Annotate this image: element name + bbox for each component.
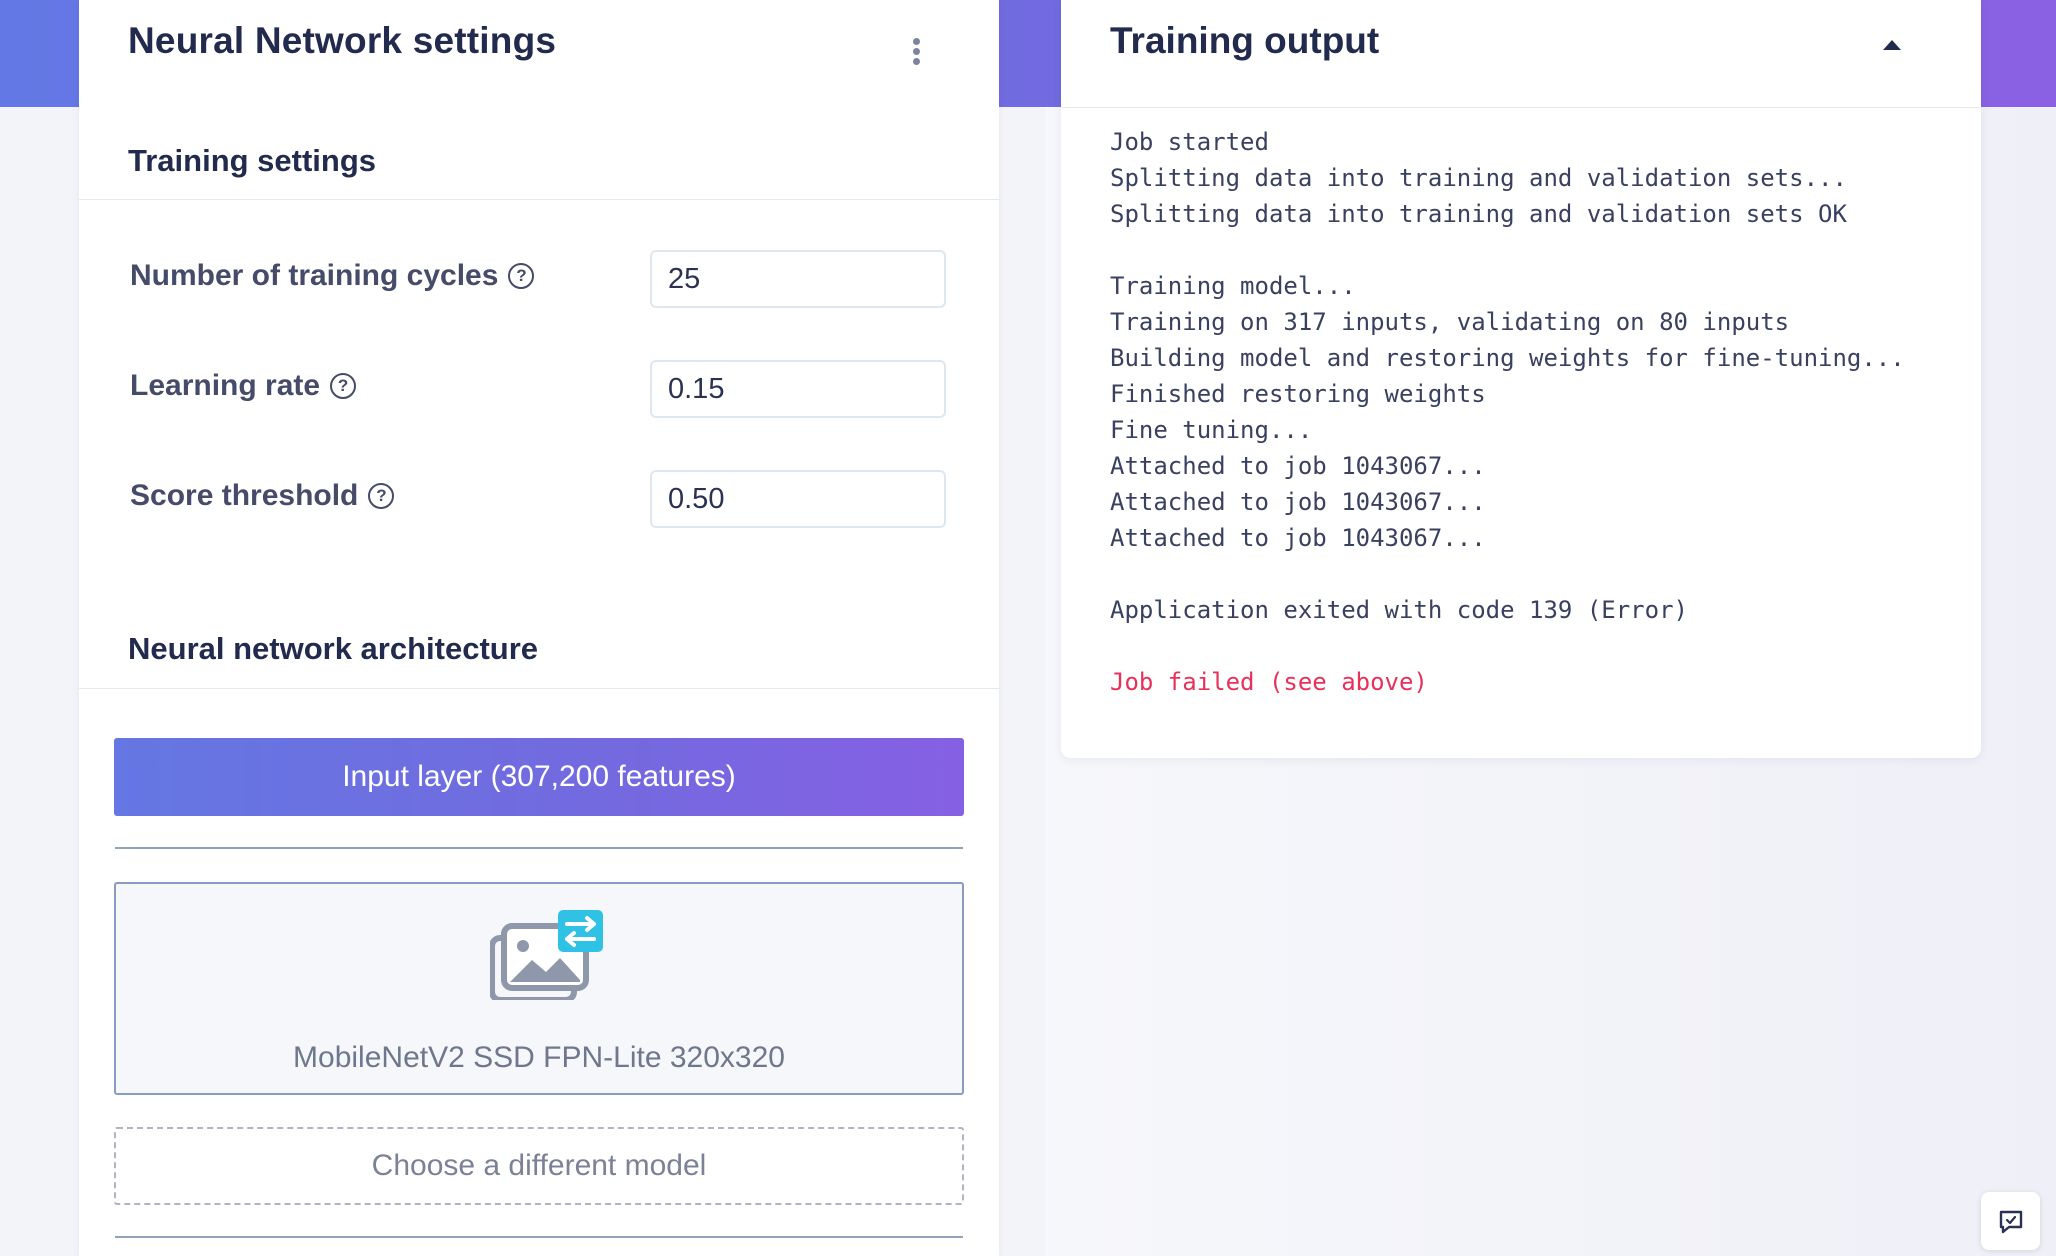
kebab-menu-icon[interactable]: [910, 38, 922, 66]
log-line: Application exited with code 139 (Error): [1110, 596, 1688, 624]
training-output-panel: Training output Job started Splitting dat…: [1061, 0, 1981, 758]
panel-title: Training output: [1110, 20, 1380, 61]
divider: [79, 199, 999, 200]
log-line: Building model and restoring weights for…: [1110, 344, 1905, 372]
log-line: Splitting data into training and validat…: [1110, 164, 1847, 192]
learning-rate-input[interactable]: [650, 360, 946, 418]
help-icon[interactable]: ?: [368, 483, 395, 509]
learning-rate-label-text: Learning rate: [130, 369, 321, 402]
choose-model-button[interactable]: Choose a different model: [114, 1127, 964, 1205]
log-line: Training on 317 inputs, validating on 80…: [1110, 308, 1790, 336]
score-threshold-input[interactable]: [650, 470, 946, 528]
log-line: Training model...: [1110, 272, 1356, 300]
image-transfer-icon: [490, 910, 603, 1000]
training-cycles-input[interactable]: [650, 250, 946, 308]
panel-title: Neural Network settings: [128, 20, 557, 61]
divider: [79, 688, 999, 689]
log-line: Splitting data into training and validat…: [1110, 200, 1847, 228]
model-name: MobileNetV2 SSD FPN-Lite 320x320: [293, 1041, 785, 1074]
model-block[interactable]: MobileNetV2 SSD FPN-Lite 320x320: [114, 882, 964, 1095]
divider: [1061, 107, 1981, 108]
layer-connector-line: [115, 1236, 963, 1238]
caret-up-icon[interactable]: [1883, 40, 1901, 50]
help-icon[interactable]: ?: [330, 373, 357, 399]
feedback-button[interactable]: [1981, 1192, 2040, 1250]
score-threshold-label: Score threshold ?: [130, 479, 395, 513]
training-settings-heading: Training settings: [128, 143, 377, 178]
log-line-error: Job failed (see above): [1110, 668, 1428, 696]
neural-network-settings-panel: Neural Network settings Training setting…: [79, 0, 999, 1256]
help-icon[interactable]: ?: [508, 263, 535, 289]
log-line: Attached to job 1043067...: [1110, 524, 1486, 552]
feedback-chat-icon: [1999, 1210, 2023, 1234]
log-line: Finished restoring weights: [1110, 380, 1486, 408]
training-cycles-label-text: Number of training cycles: [130, 259, 499, 292]
training-log: Job started Splitting data into training …: [1110, 124, 1970, 700]
log-line: Job started: [1110, 128, 1269, 156]
training-cycles-label: Number of training cycles ?: [130, 259, 535, 293]
learning-rate-label: Learning rate ?: [130, 369, 357, 403]
log-line: Attached to job 1043067...: [1110, 488, 1486, 516]
score-threshold-label-text: Score threshold: [130, 479, 359, 512]
log-line: Fine tuning...: [1110, 416, 1313, 444]
architecture-heading: Neural network architecture: [128, 631, 539, 666]
layer-connector-line: [115, 847, 963, 849]
input-layer-block[interactable]: Input layer (307,200 features): [114, 738, 964, 816]
log-line: Attached to job 1043067...: [1110, 452, 1486, 480]
